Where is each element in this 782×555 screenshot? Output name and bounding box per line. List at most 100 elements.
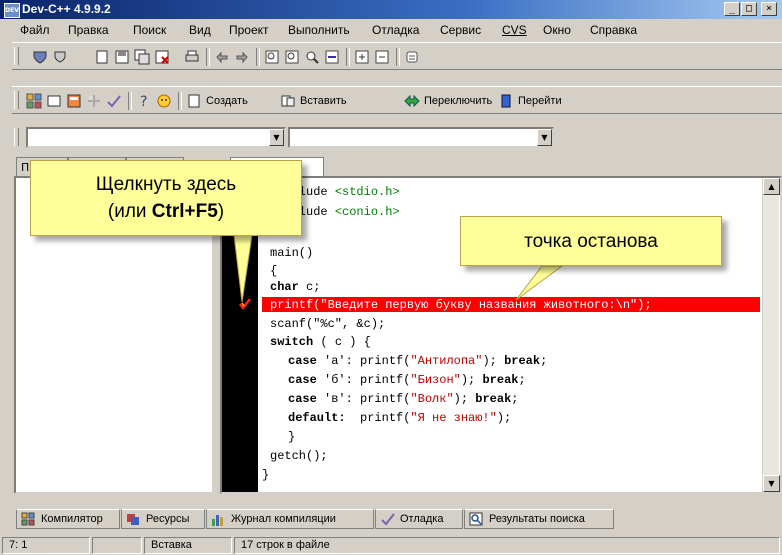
indent-icon[interactable] bbox=[354, 49, 370, 65]
project-icon[interactable] bbox=[32, 49, 48, 65]
menu-cvs[interactable]: CVS bbox=[502, 23, 527, 37]
breakpoint-callout: точка останова bbox=[460, 216, 722, 266]
title-bar: DEV Dev-C++ 4.9.9.2 _ □ × bbox=[0, 0, 782, 19]
bar-chart-icon bbox=[212, 515, 223, 526]
toolbar-grip[interactable] bbox=[14, 47, 19, 65]
checkmark-icon bbox=[381, 513, 395, 526]
toolbar-separator bbox=[396, 48, 400, 66]
toolbar-separator bbox=[346, 48, 350, 66]
class-combo[interactable]: ▼ bbox=[26, 127, 286, 148]
status-insert-mode: Вставка bbox=[144, 537, 232, 554]
tab-compiler[interactable]: Компилятор bbox=[16, 509, 120, 529]
toggle-bookmark-icon[interactable] bbox=[404, 93, 420, 109]
vertical-scrollbar[interactable]: ▲ ▼ bbox=[762, 178, 780, 492]
cursor-position: 7: 1 bbox=[2, 537, 90, 554]
help-icon[interactable]: ? bbox=[136, 93, 152, 109]
redo-icon[interactable] bbox=[234, 49, 250, 65]
function-combo[interactable]: ▼ bbox=[288, 127, 554, 148]
tab-debug-output[interactable]: Отладка bbox=[375, 509, 463, 529]
code-line-case-v: case 'в': printf("Волк"); break; bbox=[288, 392, 519, 406]
toolbar-grip[interactable] bbox=[14, 91, 19, 109]
devcpp-app-icon: DEV bbox=[4, 3, 20, 18]
compiler-grid-icon bbox=[21, 512, 35, 526]
tab-resources[interactable]: Ресурсы bbox=[121, 509, 205, 529]
insert-icon[interactable] bbox=[280, 93, 296, 109]
find-next-icon[interactable] bbox=[304, 49, 320, 65]
secondary-toolbar: ? Создать Вставить Переключить Перейти bbox=[12, 86, 782, 114]
bottom-panel-tabs: Компилятор Ресурсы Журнал компиляции Отл… bbox=[14, 507, 782, 531]
tab-compiler-label: Компилятор bbox=[41, 513, 103, 525]
toolbar-grip[interactable] bbox=[14, 128, 19, 146]
menu-window[interactable]: Окно bbox=[543, 23, 571, 37]
scroll-down-arrow-icon[interactable]: ▼ bbox=[763, 475, 780, 492]
menu-execute[interactable]: Выполнить bbox=[288, 23, 350, 37]
compile-run-icon[interactable] bbox=[66, 93, 82, 109]
toolbar-separator bbox=[206, 48, 210, 66]
main-toolbar bbox=[12, 42, 782, 70]
tab-compile-log-label: Журнал компиляции bbox=[231, 513, 336, 525]
callout-line-2: (или Ctrl+F5) bbox=[107, 201, 225, 222]
close-button[interactable]: × bbox=[761, 2, 777, 16]
tab-debug-output-label: Отладка bbox=[400, 513, 444, 525]
code-line-case-b: case 'б': printf("Бизон"); break; bbox=[288, 373, 526, 387]
minimize-button[interactable]: _ bbox=[724, 2, 740, 16]
about-icon[interactable] bbox=[156, 93, 172, 109]
toolbar-separator bbox=[178, 92, 182, 110]
compile-icon[interactable] bbox=[26, 93, 42, 109]
scroll-up-arrow-icon[interactable]: ▲ bbox=[763, 178, 780, 195]
save-icon[interactable] bbox=[114, 49, 130, 65]
window-title: Dev-C++ 4.9.9.2 bbox=[22, 2, 111, 16]
tab-search-results[interactable]: Результаты поиска bbox=[464, 509, 614, 529]
code-line-default: default: printf("Я не знаю!"); bbox=[288, 411, 512, 425]
debug-check-icon[interactable] bbox=[106, 93, 122, 109]
print-icon[interactable] bbox=[184, 49, 200, 65]
insert-button[interactable]: Вставить bbox=[300, 95, 347, 107]
menu-edit[interactable]: Правка bbox=[68, 23, 109, 37]
toolbar-separator bbox=[256, 48, 260, 66]
tab-resources-label: Ресурсы bbox=[146, 513, 190, 525]
resources-icon bbox=[127, 514, 139, 525]
chevron-down-icon[interactable]: ▼ bbox=[537, 129, 552, 146]
tab-search-results-label: Результаты поиска bbox=[489, 513, 585, 525]
status-modified bbox=[92, 537, 142, 554]
goto-bookmark-icon[interactable] bbox=[498, 93, 514, 109]
unindent-icon[interactable] bbox=[374, 49, 390, 65]
code-line-close-main: } bbox=[262, 468, 270, 482]
menu-file[interactable]: Файл bbox=[20, 23, 50, 37]
callout-line-1: Щелкнуть здесь bbox=[95, 174, 237, 195]
menu-bar: Файл Правка Поиск Вид Проект Выполнить О… bbox=[0, 19, 782, 41]
new-bookmark-icon[interactable] bbox=[186, 93, 202, 109]
status-line-count: 17 строк в файле bbox=[234, 537, 780, 554]
create-button[interactable]: Создать bbox=[206, 95, 248, 107]
status-bar: 7: 1 Вставка 17 строк в файле bbox=[0, 535, 782, 555]
toggle-button[interactable]: Переключить bbox=[424, 95, 492, 107]
tab-compile-log[interactable]: Журнал компиляции bbox=[206, 509, 374, 529]
save-all-icon[interactable] bbox=[134, 49, 150, 65]
replace-icon[interactable] bbox=[284, 49, 300, 65]
chevron-down-icon[interactable]: ▼ bbox=[269, 129, 284, 146]
hotkey-label: Ctrl+F5 bbox=[151, 201, 218, 222]
goto-button[interactable]: Перейти bbox=[518, 95, 562, 107]
code-line-case-a: case 'а': printf("Антилопа"); break; bbox=[288, 354, 548, 368]
find-icon[interactable] bbox=[264, 49, 280, 65]
class-icon[interactable] bbox=[52, 49, 68, 65]
menu-help[interactable]: Справка bbox=[590, 23, 637, 37]
search-results-icon bbox=[469, 512, 483, 526]
menu-view[interactable]: Вид bbox=[189, 23, 211, 37]
maximize-button[interactable]: □ bbox=[741, 2, 757, 16]
menu-debug[interactable]: Отладка bbox=[372, 23, 419, 37]
goto-line-icon[interactable] bbox=[324, 49, 340, 65]
menu-search[interactable]: Поиск bbox=[133, 23, 166, 37]
close-file-icon[interactable] bbox=[154, 49, 170, 65]
run-icon[interactable] bbox=[46, 93, 62, 109]
rebuild-icon[interactable] bbox=[86, 93, 102, 109]
toggle-comment-icon[interactable] bbox=[404, 49, 420, 65]
new-file-icon[interactable] bbox=[94, 49, 110, 65]
svg-text:?: ? bbox=[140, 94, 147, 109]
menu-tools[interactable]: Сервис bbox=[440, 23, 481, 37]
undo-icon[interactable] bbox=[214, 49, 230, 65]
menu-project[interactable]: Проект bbox=[229, 23, 269, 37]
code-line-close-switch: } bbox=[288, 430, 296, 444]
code-line-getch: getch(); bbox=[270, 449, 328, 463]
toolbar-separator bbox=[128, 92, 132, 110]
